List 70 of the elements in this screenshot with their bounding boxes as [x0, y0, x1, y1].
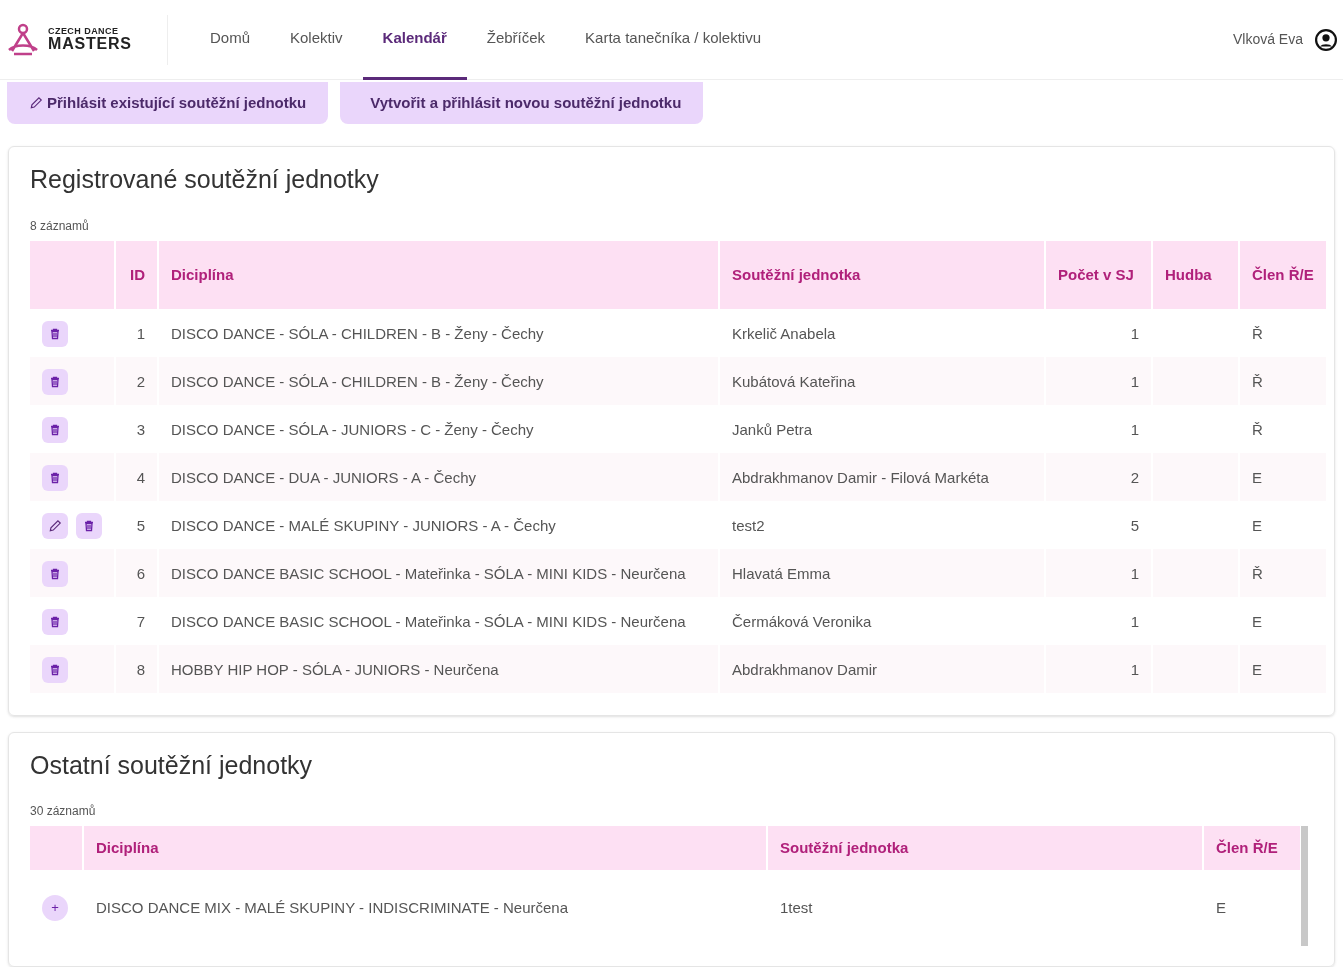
- delete-button[interactable]: [42, 416, 68, 443]
- trash-icon: [83, 519, 95, 532]
- delete-button[interactable]: [42, 656, 68, 683]
- table-cell: Abdrakhmanov Damir: [720, 644, 1044, 693]
- trash-icon: [49, 375, 61, 388]
- table-cell: 6: [116, 548, 157, 597]
- delete-button[interactable]: [42, 368, 68, 395]
- trash-icon: [49, 471, 61, 484]
- table-cell: DISCO DANCE BASIC SCHOOL - Mateřinka - SÓLA - MINI KIDS - Neurčena: [159, 548, 718, 597]
- column-header: Diciplína: [84, 826, 766, 870]
- table-cell: 8: [116, 644, 157, 693]
- trash-icon: [49, 663, 61, 676]
- table-cell: E: [1240, 452, 1326, 501]
- trash-icon: [49, 327, 61, 340]
- pencil-icon: [29, 96, 43, 110]
- table-cell: 4: [116, 452, 157, 501]
- table-cell: 1: [1046, 356, 1151, 405]
- edit-button[interactable]: [42, 512, 68, 539]
- delete-button[interactable]: [42, 560, 68, 587]
- nav-tab[interactable]: Žebříček: [466, 0, 566, 80]
- delete-button[interactable]: [42, 320, 68, 347]
- delete-button[interactable]: [42, 464, 68, 491]
- column-header: Soutěžní jednotka: [720, 240, 1044, 309]
- nav-tab[interactable]: Domů: [190, 0, 270, 80]
- table-cell-text: E: [1215, 898, 1227, 918]
- nav-tab[interactable]: Karta tanečníka / kolektivu: [565, 0, 782, 80]
- trash-icon: [49, 615, 61, 628]
- nav-tab[interactable]: Kolektiv: [270, 0, 363, 80]
- table-cell: 1: [1046, 644, 1151, 693]
- table-cell-text: 1test: [779, 898, 814, 918]
- trash-icon: [49, 567, 61, 580]
- table-cell: Hlavatá Emma: [720, 548, 1044, 597]
- table-cell-text: DISCO DANCE MIX - MALÉ SKUPINY - INDISCRIMINATE - Neurčena: [95, 898, 570, 918]
- table-cell: Ř: [1240, 356, 1326, 405]
- table-cell: 1: [1046, 548, 1151, 597]
- table-cell: Kubátová Kateřina: [720, 356, 1044, 405]
- section-title: Registrované soutěžní jednotky: [30, 164, 380, 195]
- user-avatar-icon[interactable]: [1315, 28, 1337, 51]
- nav-tab[interactable]: Kalendář: [362, 0, 467, 80]
- section-title: Ostatní soutěžní jednotky: [30, 749, 314, 781]
- action-button[interactable]: Přihlásit existující soutěžní jednotku: [7, 82, 329, 124]
- table-cell: 2: [1046, 452, 1151, 501]
- logo-text: CZECH DANCE: [48, 27, 120, 36]
- pencil-icon: [48, 518, 62, 533]
- logo-icon: [6, 22, 40, 57]
- table-cell: DISCO DANCE - DUA - JUNIORS - A - Čechy: [159, 452, 718, 501]
- table-cell: Ř: [1240, 548, 1326, 597]
- logo-text: MASTERS: [48, 36, 132, 52]
- add-button[interactable]: +: [42, 895, 68, 921]
- trash-icon: [49, 423, 61, 436]
- column-header: [30, 826, 82, 870]
- column-header: Člen Ř/E: [1240, 240, 1326, 309]
- action-button[interactable]: Vytvořit a přihlásit novou soutěžní jednotku: [340, 82, 704, 124]
- column-header: Člen Ř/E: [1204, 826, 1300, 870]
- scrollbar[interactable]: [1301, 826, 1308, 946]
- table-cell: Abdrakhmanov Damir - Filová Markéta: [720, 452, 1044, 501]
- delete-button[interactable]: [76, 512, 102, 539]
- user-name[interactable]: Vlková Eva: [1232, 29, 1303, 50]
- column-header: Diciplína: [159, 240, 718, 309]
- table-cell: HOBBY HIP HOP - SÓLA - JUNIORS - Neurčena: [159, 644, 718, 693]
- column-header: Hudba: [1153, 240, 1238, 309]
- record-count: 30 záznamů: [30, 803, 97, 820]
- delete-button[interactable]: [42, 608, 68, 635]
- table-cell: E: [1240, 644, 1326, 693]
- record-count: 8 záznamů: [30, 217, 90, 235]
- table-cell: DISCO DANCE - SÓLA - CHILDREN - B - Ženy - Čechy: [159, 356, 718, 405]
- column-header: Počet v SJ: [1046, 240, 1151, 309]
- column-header: ID: [116, 240, 157, 309]
- column-header: Soutěžní jednotka: [768, 826, 1202, 870]
- table-cell: 2: [116, 356, 157, 405]
